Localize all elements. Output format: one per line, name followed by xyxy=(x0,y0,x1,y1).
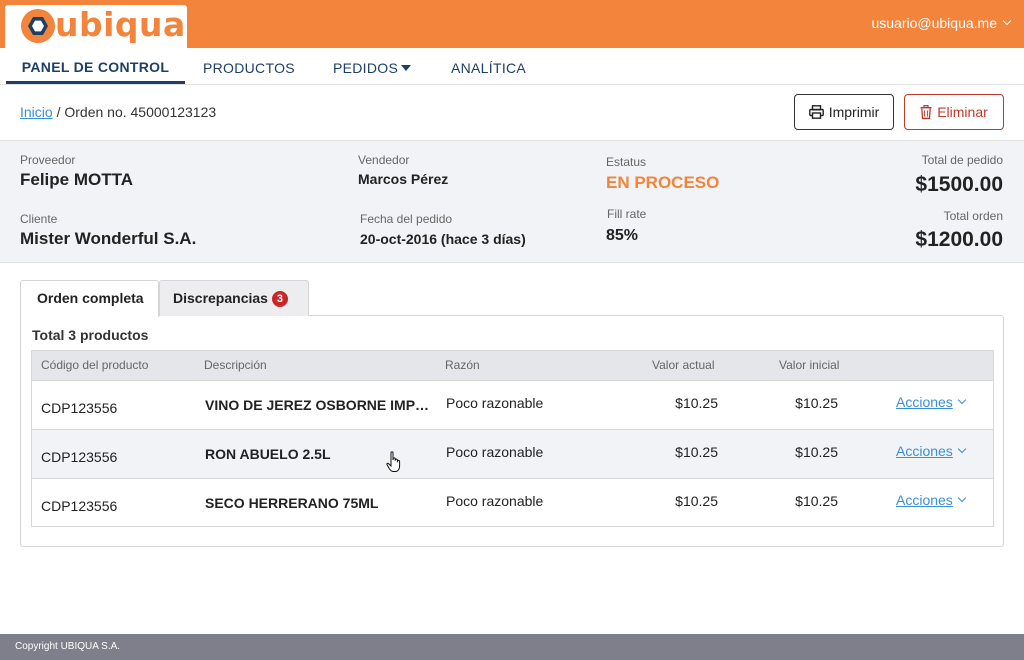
proveedor-label: Proveedor xyxy=(20,153,76,167)
cell-initial-value: $10.25 xyxy=(795,493,838,509)
total-orden-label: Total orden xyxy=(943,209,1003,223)
table-row: CDP123556 VINO DE JEREZ OSBORNE IMPERIAL… xyxy=(32,380,993,429)
table-header: Código del producto Descripción Razón Va… xyxy=(32,351,993,380)
fill-rate-value: 85% xyxy=(606,227,639,244)
logo-mark-icon xyxy=(21,9,55,43)
table-row: CDP123556 SECO HERRERANO 75ML Poco razon… xyxy=(32,478,993,527)
fecha-label: Fecha del pedido xyxy=(360,212,453,226)
cell-description: SECO HERRERANO 75ML xyxy=(205,495,379,511)
tab-label: Orden completa xyxy=(37,290,144,306)
actions-label: Acciones xyxy=(896,492,953,508)
total-pedido-value: $1500.00 xyxy=(915,173,1003,196)
copyright-text: Copyright UBIQUA S.A. xyxy=(15,641,121,652)
nav-item-label: ANALÍTICA xyxy=(451,60,527,76)
nav-item-analitica[interactable]: ANALÍTICA xyxy=(451,48,526,84)
cell-current-value: $10.25 xyxy=(675,493,718,509)
nav-item-pedidos[interactable]: PEDIDOS xyxy=(333,48,412,84)
nav-item-label: PANEL DE CONTROL xyxy=(21,59,170,75)
status-badge: EN PROCESO xyxy=(606,173,720,192)
cell-current-value: $10.25 xyxy=(675,395,718,411)
vendedor-value: Marcos Pérez xyxy=(358,171,449,187)
user-email: usuario@ubiqua.me xyxy=(871,15,997,31)
tab-orden-completa[interactable]: Orden completa xyxy=(20,280,159,317)
cell-description: VINO DE JEREZ OSBORNE IMPERIAL xyxy=(205,397,435,413)
cell-current-value: $10.25 xyxy=(675,444,718,460)
cell-reason: Poco razonable xyxy=(446,395,544,411)
fill-rate-label: Fill rate xyxy=(607,207,647,221)
actions-dropdown[interactable]: Acciones xyxy=(896,443,967,459)
delete-label: Eliminar xyxy=(937,104,988,120)
actions-label: Acciones xyxy=(896,443,953,459)
actions-dropdown[interactable]: Acciones xyxy=(896,492,967,508)
th-initial-value: Valor inicial xyxy=(779,358,840,372)
caret-down-icon xyxy=(401,65,412,71)
breadcrumb-home-link[interactable]: Inicio xyxy=(20,104,53,120)
logo-text: ubiqua xyxy=(55,5,186,44)
th-reason: Razón xyxy=(445,358,480,372)
print-button[interactable]: Imprimir xyxy=(794,94,894,130)
breadcrumb: Inicio / Orden no. 45000123123 xyxy=(20,104,216,120)
vendedor-label: Vendedor xyxy=(358,153,410,167)
main-nav: PANEL DE CONTROL PRODUCTOS PEDIDOS ANALÍ… xyxy=(0,48,1024,85)
cell-reason: Poco razonable xyxy=(446,493,544,509)
trash-icon xyxy=(920,105,932,119)
breadcrumb-separator: / xyxy=(56,104,61,120)
cell-code: CDP123556 xyxy=(41,498,118,514)
th-current-value: Valor actual xyxy=(652,358,715,372)
logo[interactable]: ubiqua xyxy=(5,5,187,50)
nav-item-label: PRODUCTOS xyxy=(203,60,295,76)
chevron-down-icon xyxy=(957,493,967,503)
user-menu[interactable]: usuario@ubiqua.me xyxy=(871,15,1012,31)
total-products: Total 3 productos xyxy=(32,327,149,343)
products-table: Código del producto Descripción Razón Va… xyxy=(31,350,994,527)
chevron-down-icon xyxy=(957,444,967,454)
cliente-value: Mister Wonderful S.A. xyxy=(20,229,197,248)
chevron-down-icon xyxy=(957,395,967,405)
order-panel: Total 3 productos Código del producto De… xyxy=(20,315,1004,547)
th-description: Descripción xyxy=(204,358,267,372)
tab-label: Discrepancias xyxy=(173,290,268,306)
estatus-label: Estatus xyxy=(606,155,647,169)
actions-dropdown[interactable]: Acciones xyxy=(896,394,967,410)
printer-icon xyxy=(808,105,824,119)
proveedor-value: Felipe MOTTA xyxy=(20,170,134,189)
table-row: CDP123556 RON ABUELO 2.5L Poco razonable… xyxy=(32,429,993,478)
discrepancies-count-badge: 3 xyxy=(271,291,288,307)
chevron-down-icon xyxy=(1002,16,1012,26)
delete-button[interactable]: Eliminar xyxy=(904,94,1004,130)
tab-discrepancias[interactable]: Discrepancias 3 xyxy=(159,280,309,316)
cell-reason: Poco razonable xyxy=(446,444,544,460)
hand-cursor-icon xyxy=(386,451,401,472)
actions-label: Acciones xyxy=(896,394,953,410)
nav-item-panel-de-control[interactable]: PANEL DE CONTROL xyxy=(6,48,185,84)
cell-code: CDP123556 xyxy=(41,400,118,416)
nav-item-label: PEDIDOS xyxy=(333,60,399,76)
cell-initial-value: $10.25 xyxy=(795,395,838,411)
cell-initial-value: $10.25 xyxy=(795,444,838,460)
total-orden-value: $1200.00 xyxy=(915,228,1003,251)
cliente-label: Cliente xyxy=(20,212,58,226)
total-pedido-label: Total de pedido xyxy=(921,153,1003,167)
breadcrumb-current: Orden no. 45000123123 xyxy=(64,104,217,120)
fecha-value: 20-oct-2016 (hace 3 días) xyxy=(360,231,526,247)
print-label: Imprimir xyxy=(828,104,880,120)
nav-item-productos[interactable]: PRODUCTOS xyxy=(203,48,295,84)
th-code: Código del producto xyxy=(41,358,149,372)
cell-code: CDP123556 xyxy=(41,449,118,465)
top-bar: ubiqua usuario@ubiqua.me xyxy=(0,0,1024,50)
order-summary: Proveedor Felipe MOTTA Cliente Mister Wo… xyxy=(0,140,1024,263)
footer: Copyright UBIQUA S.A. xyxy=(0,634,1024,660)
